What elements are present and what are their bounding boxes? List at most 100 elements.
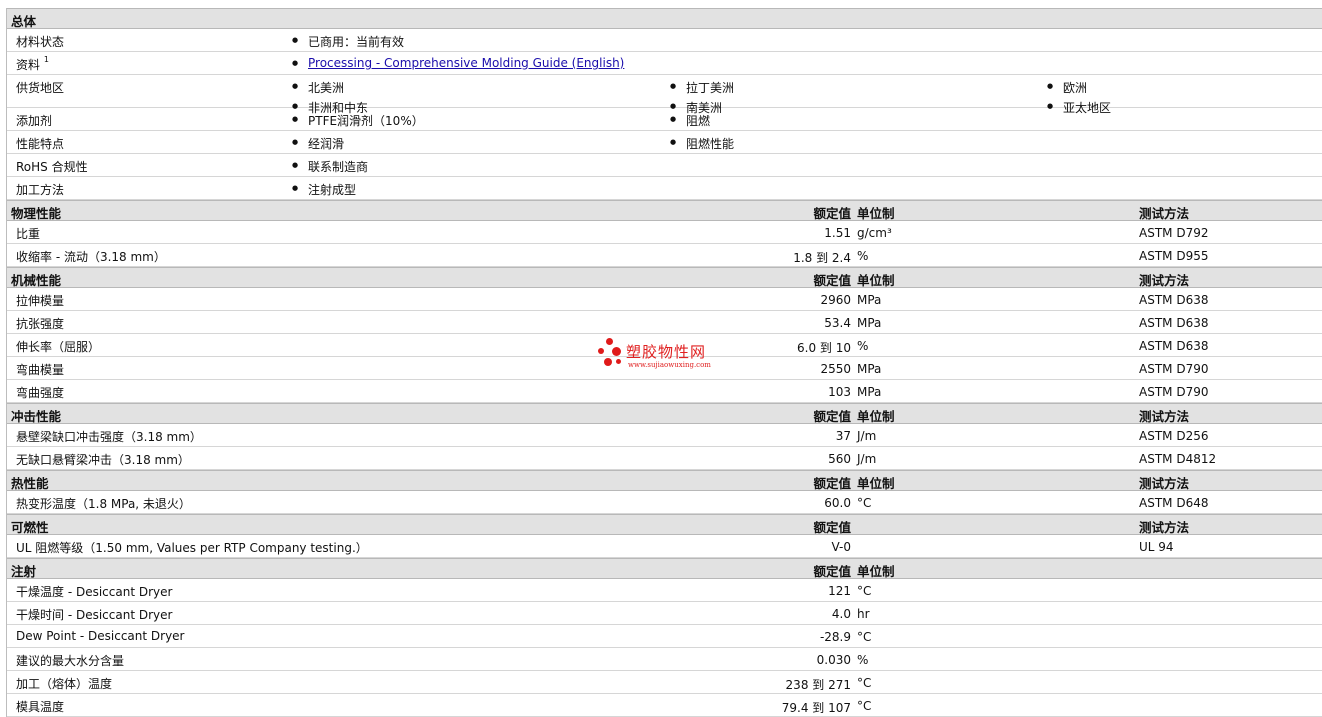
- property-value: V-0: [831, 540, 851, 554]
- additive-item: 阻燃: [670, 112, 710, 129]
- property-label: 拉伸模量: [16, 294, 65, 308]
- table-row: 收缩率 - 流动（3.18 mm） 1.8 到 2.4 % ASTM D955: [7, 244, 1322, 267]
- header-value: 额定值: [813, 409, 851, 424]
- table-row: 拉伸模量 2960 MPa ASTM D638: [7, 288, 1322, 311]
- table-row: 干燥温度 - Desiccant Dryer 121 °C: [7, 579, 1322, 602]
- processing-method-value: 注射成型: [292, 181, 356, 198]
- property-value: 2550: [820, 362, 851, 376]
- section-impact-header: 冲击性能 额定值 单位制 测试方法: [7, 403, 1322, 424]
- property-unit: %: [857, 249, 869, 263]
- property-value: 37: [835, 429, 851, 443]
- region-item: 拉丁美洲: [670, 79, 734, 96]
- table-row: 无缺口悬臂梁冲击（3.18 mm） 560 J/m ASTM D4812: [7, 447, 1322, 470]
- property-method: ASTM D638: [1139, 316, 1209, 330]
- feature-item: 阻燃性能: [670, 135, 734, 152]
- property-method: ASTM D638: [1139, 339, 1209, 353]
- property-value: 103: [828, 385, 851, 399]
- property-method: ASTM D256: [1139, 429, 1209, 443]
- literature-item: Processing - Comprehensive Molding Guide…: [292, 56, 624, 70]
- table-row: 加工（熔体）温度 238 到 271 °C: [7, 671, 1322, 694]
- table-row: 弯曲强度 103 MPa ASTM D790: [7, 380, 1322, 403]
- additive-item: PTFE润滑剂（10%）: [292, 112, 424, 129]
- section-title: 冲击性能: [11, 409, 62, 424]
- footnote-marker: 1: [43, 55, 49, 64]
- property-unit: MPa: [857, 385, 882, 399]
- property-unit: g/cm³: [857, 226, 892, 240]
- property-unit: MPa: [857, 293, 882, 307]
- watermark-title: 塑胶物性网: [626, 343, 707, 361]
- header-unit: 单位制: [857, 564, 895, 579]
- section-thermal-header: 热性能 额定值 单位制 测试方法: [7, 470, 1322, 491]
- property-method: ASTM D648: [1139, 496, 1209, 510]
- property-unit: J/m: [857, 452, 877, 466]
- property-value: -28.9: [819, 630, 851, 644]
- section-injection-header: 注射 额定值 单位制: [7, 558, 1322, 579]
- row-label: 资料 1: [16, 55, 49, 73]
- header-value: 额定值: [813, 273, 851, 288]
- property-label: 无缺口悬臂梁冲击（3.18 mm）: [16, 453, 190, 467]
- section-physical-header: 物理性能 额定值 单位制 测试方法: [7, 200, 1322, 221]
- property-label: 建议的最大水分含量: [16, 654, 125, 668]
- region-item: 欧洲: [1047, 79, 1087, 96]
- header-value: 额定值: [813, 476, 851, 491]
- watermark-logo: 塑胶物性网 www.sujiaowuxing.com: [598, 338, 738, 372]
- section-title: 机械性能: [11, 273, 62, 288]
- property-value: 1.8 到 2.4: [793, 251, 851, 265]
- section-title: 可燃性: [11, 520, 49, 535]
- row-label: 供货地区: [16, 81, 65, 95]
- property-method: ASTM D790: [1139, 385, 1209, 399]
- property-value: 1.51: [824, 226, 851, 240]
- property-unit: °C: [857, 584, 872, 598]
- header-value: 额定值: [813, 564, 851, 579]
- property-label: 比重: [16, 227, 41, 241]
- property-unit: hr: [857, 607, 870, 621]
- row-processing-method: 加工方法 注射成型: [7, 177, 1322, 200]
- property-unit: °C: [857, 699, 872, 713]
- property-value: 238 到 271: [785, 678, 851, 692]
- section-title: 注射: [11, 564, 37, 579]
- property-method: ASTM D4812: [1139, 452, 1217, 466]
- table-row: 比重 1.51 g/cm³ ASTM D792: [7, 221, 1322, 244]
- property-label: 弯曲强度: [16, 386, 65, 400]
- material-status-value: 已商用：当前有效: [292, 33, 404, 50]
- row-label: RoHS 合规性: [16, 160, 88, 174]
- property-label: 抗张强度: [16, 317, 65, 331]
- table-row: 干燥时间 - Desiccant Dryer 4.0 hr: [7, 602, 1322, 625]
- row-label: 性能特点: [16, 137, 65, 151]
- property-label: Dew Point - Desiccant Dryer: [16, 629, 185, 643]
- processing-guide-link[interactable]: Processing - Comprehensive Molding Guide…: [308, 56, 624, 70]
- property-unit: °C: [857, 630, 872, 644]
- header-method: 测试方法: [1139, 409, 1190, 424]
- property-unit: J/m: [857, 429, 877, 443]
- property-value: 60.0: [824, 496, 851, 510]
- property-unit: MPa: [857, 316, 882, 330]
- row-literature: 资料 1 Processing - Comprehensive Molding …: [7, 52, 1322, 75]
- property-label: 弯曲模量: [16, 363, 65, 377]
- property-unit: %: [857, 653, 869, 667]
- table-row: 悬壁梁缺口冲击强度（3.18 mm） 37 J/m ASTM D256: [7, 424, 1322, 447]
- table-row: 建议的最大水分含量 0.030 %: [7, 648, 1322, 671]
- header-method: 测试方法: [1139, 273, 1190, 288]
- property-value: 2960: [820, 293, 851, 307]
- property-value: 121: [828, 584, 851, 598]
- property-value: 4.0: [831, 607, 851, 621]
- section-general-header: 总体: [7, 8, 1322, 29]
- table-row: UL 阻燃等级（1.50 mm, Values per RTP Company …: [7, 535, 1322, 558]
- property-unit: °C: [857, 676, 872, 690]
- row-label: 材料状态: [16, 35, 65, 49]
- header-unit: 单位制: [857, 476, 895, 491]
- property-label: 伸长率（屈服）: [16, 340, 101, 354]
- row-label: 添加剂: [16, 114, 53, 128]
- section-title: 总体: [11, 14, 37, 29]
- header-value: 额定值: [813, 206, 851, 221]
- section-mechanical-header: 机械性能 额定值 单位制 测试方法: [7, 267, 1322, 288]
- row-features: 性能特点 经润滑 阻燃性能: [7, 131, 1322, 154]
- property-label: 热变形温度（1.8 MPa, 未退火）: [16, 497, 191, 511]
- header-unit: 单位制: [857, 409, 895, 424]
- property-label: 干燥温度 - Desiccant Dryer: [16, 585, 173, 599]
- region-item: 北美洲: [292, 79, 344, 96]
- header-value: 额定值: [813, 520, 851, 535]
- property-method: UL 94: [1139, 540, 1174, 554]
- rohs-value: 联系制造商: [292, 158, 368, 175]
- header-method: 测试方法: [1139, 520, 1190, 535]
